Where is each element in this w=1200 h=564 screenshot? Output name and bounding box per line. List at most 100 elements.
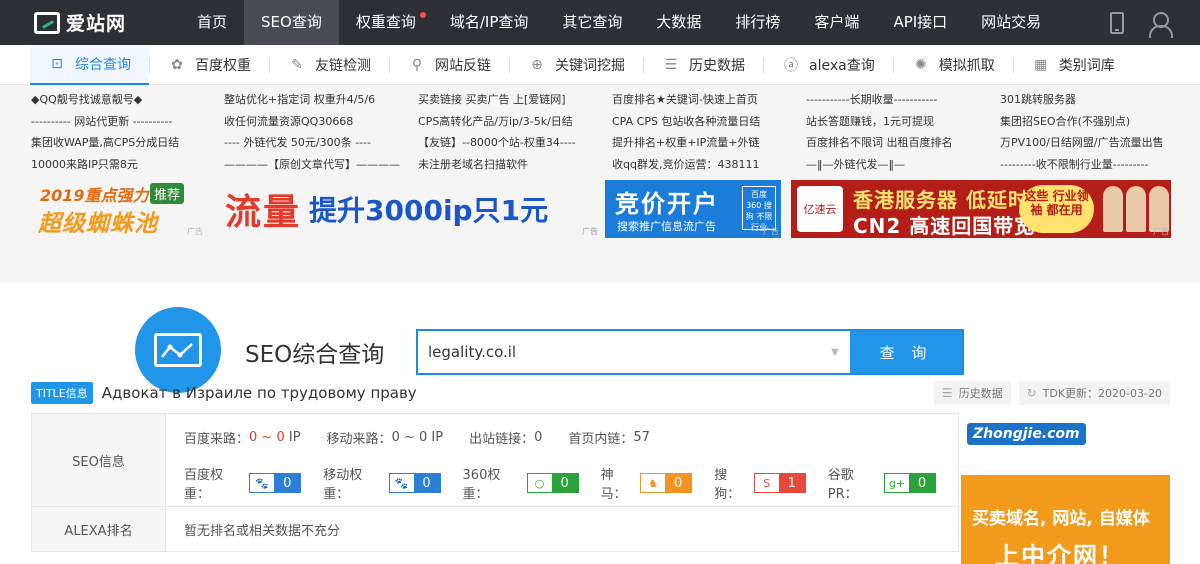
nav-weight-query[interactable]: 权重查询 bbox=[339, 0, 433, 45]
nav-domain-ip[interactable]: 域名/IP查询 bbox=[433, 0, 546, 45]
user-icon[interactable] bbox=[1148, 11, 1173, 38]
domain-input[interactable] bbox=[418, 331, 820, 373]
subnav-baidu-weight[interactable]: ✿ 百度权重 bbox=[150, 45, 269, 85]
text-ad-link[interactable]: ---------收不限制行业量--------- bbox=[1000, 154, 1190, 176]
weight-badge[interactable]: ○ 0 bbox=[526, 473, 579, 493]
subnav-label: 综合查询 bbox=[75, 56, 131, 73]
history-data-button[interactable]: ☰ 历史数据 bbox=[933, 381, 1011, 405]
text-ad-link[interactable]: 10000来路IP只需8元 bbox=[31, 154, 224, 176]
alexa-icon: ⓐ bbox=[784, 57, 798, 74]
logo-icon bbox=[34, 11, 60, 34]
link-icon: ✎ bbox=[291, 56, 303, 73]
text-ad-link[interactable]: 站长答题赚钱，1元可提现 bbox=[806, 111, 1000, 133]
text-ad-link[interactable]: 收qq群发,竞价运营：438111 bbox=[612, 154, 806, 176]
weight-badge[interactable]: S1 bbox=[753, 473, 806, 493]
ad-column: -----------长期收量----------- 站长答题赚钱，1元可提现 … bbox=[806, 89, 1000, 175]
text-ad-link[interactable]: 买卖链接 买卖广告 上[爱链网] bbox=[418, 89, 612, 111]
subnav-label: 类别词库 bbox=[1058, 57, 1115, 74]
weight-key: 神马： bbox=[600, 468, 627, 502]
banner-hk-server[interactable]: 亿速云 香港服务器 低延时 CN2 高速回国带宽 这些 行业领袖 都在用 广告 bbox=[791, 180, 1171, 238]
weight-key: 谷歌PR： bbox=[827, 468, 858, 502]
text-ad-link[interactable]: 提升排名+权重+IP流量+外链 bbox=[612, 132, 806, 154]
subnav-category-words[interactable]: ▦ 类别词库 bbox=[1014, 45, 1133, 85]
banner-traffic[interactable]: 流量 提升3000ip只1元 广告 bbox=[225, 180, 600, 238]
text-ad-link[interactable]: 百度排名不限词 出租百度排名 bbox=[806, 132, 1000, 154]
weight-value: 0 bbox=[413, 474, 440, 492]
text-ad-link[interactable]: ---------- 网站代更新 ---------- bbox=[31, 111, 224, 133]
subnav-alexa[interactable]: ⓐ alexa查询 bbox=[764, 45, 893, 85]
text-ad-link[interactable]: 集团招SEO合作(不强别点) bbox=[1000, 111, 1190, 133]
nav-other[interactable]: 其它查询 bbox=[545, 0, 639, 45]
text-ad-link[interactable]: 【友链】--8000个站-权重34---- bbox=[418, 132, 612, 154]
kv-value: 0 ~ 0 bbox=[391, 429, 428, 445]
ad-note: 广告 bbox=[187, 227, 203, 236]
weight-badge[interactable]: 🐾 0 bbox=[388, 473, 441, 493]
monitor-chart-icon: ⊡ bbox=[51, 55, 63, 72]
weight-value: 0 bbox=[274, 474, 301, 492]
nav-bigdata[interactable]: 大数据 bbox=[639, 0, 718, 45]
dropdown-caret-icon[interactable]: ▼ bbox=[820, 331, 850, 373]
weight-badge[interactable]: g+ 0 bbox=[884, 473, 936, 493]
kv-key: 出站链接： bbox=[469, 431, 535, 447]
subnav-label: 网站反链 bbox=[435, 57, 491, 74]
weight-key: 360权重： bbox=[462, 468, 501, 502]
text-ad-link[interactable]: ◆QQ靓号找诚意靓号◆ bbox=[31, 89, 224, 111]
weight-badge[interactable]: ♞ 0 bbox=[640, 473, 693, 493]
text-ad-link[interactable]: 万PV100/日结网盟/广告流量出售 bbox=[1000, 132, 1190, 154]
nav-ranking[interactable]: 排行榜 bbox=[718, 0, 797, 45]
banner-engines: 百度 360 搜狗 不限行业 bbox=[742, 186, 776, 232]
subnav-overall-query[interactable]: ⊡ 综合查询 bbox=[30, 44, 149, 85]
text-ad-link[interactable]: 整站优化+指定词 权重升4/5/6 bbox=[224, 89, 418, 111]
side-ad-zhongjie[interactable]: Zhongjie.com 买卖域名, 网站, 自媒体 上中介网！ bbox=[961, 413, 1170, 564]
paw-icon: 🐾 bbox=[250, 474, 275, 492]
text-ad-link[interactable]: CPS高转化产品/万ip/3-5k/日结 bbox=[418, 111, 612, 133]
text-ad-link[interactable]: —‖—外链代发—‖— bbox=[806, 154, 1000, 176]
weight-badge[interactable]: 🐾 0 bbox=[249, 473, 302, 493]
internal-links: 首页内链： 57 bbox=[568, 428, 650, 447]
text-ad-link[interactable]: -----------长期收量----------- bbox=[806, 89, 1000, 111]
text-ad-link[interactable]: 301跳转服务器 bbox=[1000, 89, 1190, 111]
nav-trade[interactable]: 网站交易 bbox=[964, 0, 1058, 45]
weight-value: 0 bbox=[665, 474, 692, 492]
banner-line: 超级蜘蛛池 bbox=[38, 211, 158, 237]
banner-bidding[interactable]: 竞价开户 搜索推广信息流广告 百度 360 搜狗 不限行业 广告 bbox=[605, 180, 781, 238]
search-box: ▼ 查 询 bbox=[416, 329, 964, 375]
nav-client[interactable]: 客户端 bbox=[797, 0, 876, 45]
nav-api[interactable]: API接口 bbox=[876, 0, 964, 45]
weight-item: 百度权重： 🐾 0 bbox=[184, 464, 323, 502]
top-navbar: 爱站网 首页 SEO查询 权重查询 域名/IP查询 其它查询 大数据 排行榜 客… bbox=[0, 0, 1200, 45]
banner-oval: 这些 行业领袖 都在用 bbox=[1019, 185, 1094, 233]
shenma-icon: ♞ bbox=[641, 474, 666, 492]
nav-home[interactable]: 首页 bbox=[180, 0, 244, 45]
brand-name: 爱站网 bbox=[66, 13, 127, 35]
text-ad-link[interactable]: CPA CPS 包站收各种流量日结 bbox=[612, 111, 806, 133]
kv-value[interactable]: 0 ~ 0 bbox=[249, 430, 285, 445]
table-row: SEO信息 百度来路： 0 ~ 0 IP 移动来路： 0 ~ 0 IP 出站链接： 0… bbox=[32, 414, 958, 507]
text-ads-grid: ◆QQ靓号找诚意靓号◆ ---------- 网站代更新 ---------- … bbox=[0, 89, 1200, 175]
database-icon: ☰ bbox=[664, 56, 678, 73]
text-ad-link[interactable]: ————【原创文章代写】———— bbox=[224, 154, 418, 176]
query-button[interactable]: 查 询 bbox=[850, 331, 962, 373]
subnav-history[interactable]: ☰ 历史数据 bbox=[644, 45, 763, 85]
google-plus-icon: g+ bbox=[885, 474, 909, 492]
banner-line: 2019重点强力 bbox=[40, 186, 149, 205]
weight-item: 神马： ♞ 0 bbox=[601, 464, 715, 502]
tdk-update-button[interactable]: ↻ TDK更新：2020-03-20 bbox=[1018, 381, 1170, 405]
seo-info-content: 百度来路： 0 ~ 0 IP 移动来路： 0 ~ 0 IP 出站链接： 0 首页内链：… bbox=[166, 414, 958, 506]
text-ad-link[interactable]: 收任何流量资源QQ30668 bbox=[224, 111, 418, 133]
weight-key: 搜狗： bbox=[714, 468, 741, 502]
nav-seo-query[interactable]: SEO查询 bbox=[244, 0, 339, 45]
title-tools: ☰ 历史数据 ↻ TDK更新：2020-03-20 bbox=[933, 381, 1170, 405]
text-ad-link[interactable]: 集团收WAP量,高CPS分成日结 bbox=[31, 132, 224, 154]
site-logo[interactable]: 爱站网 bbox=[0, 0, 180, 45]
subnav-keyword-mining[interactable]: ⊕ 关键词挖掘 bbox=[510, 45, 643, 85]
yisu-logo: 亿速云 bbox=[797, 186, 843, 232]
mobile-icon[interactable] bbox=[1110, 11, 1124, 34]
subnav-crawl-sim[interactable]: ✺ 模拟抓取 bbox=[894, 45, 1013, 85]
text-ad-link[interactable]: 未注册老域名扫描软件 bbox=[418, 154, 612, 176]
text-ad-link[interactable]: ---- 外链代发 50元/300条 ---- bbox=[224, 132, 418, 154]
subnav-backlinks[interactable]: ⚲ 网站反链 bbox=[390, 45, 509, 85]
banner-spider-pool[interactable]: 2019重点强力 推荐 超级蜘蛛池 广告 bbox=[30, 180, 205, 238]
subnav-friend-links[interactable]: ✎ 友链检测 bbox=[270, 45, 389, 85]
text-ad-link[interactable]: 百度排名★关键词-快速上首页 bbox=[612, 89, 806, 111]
